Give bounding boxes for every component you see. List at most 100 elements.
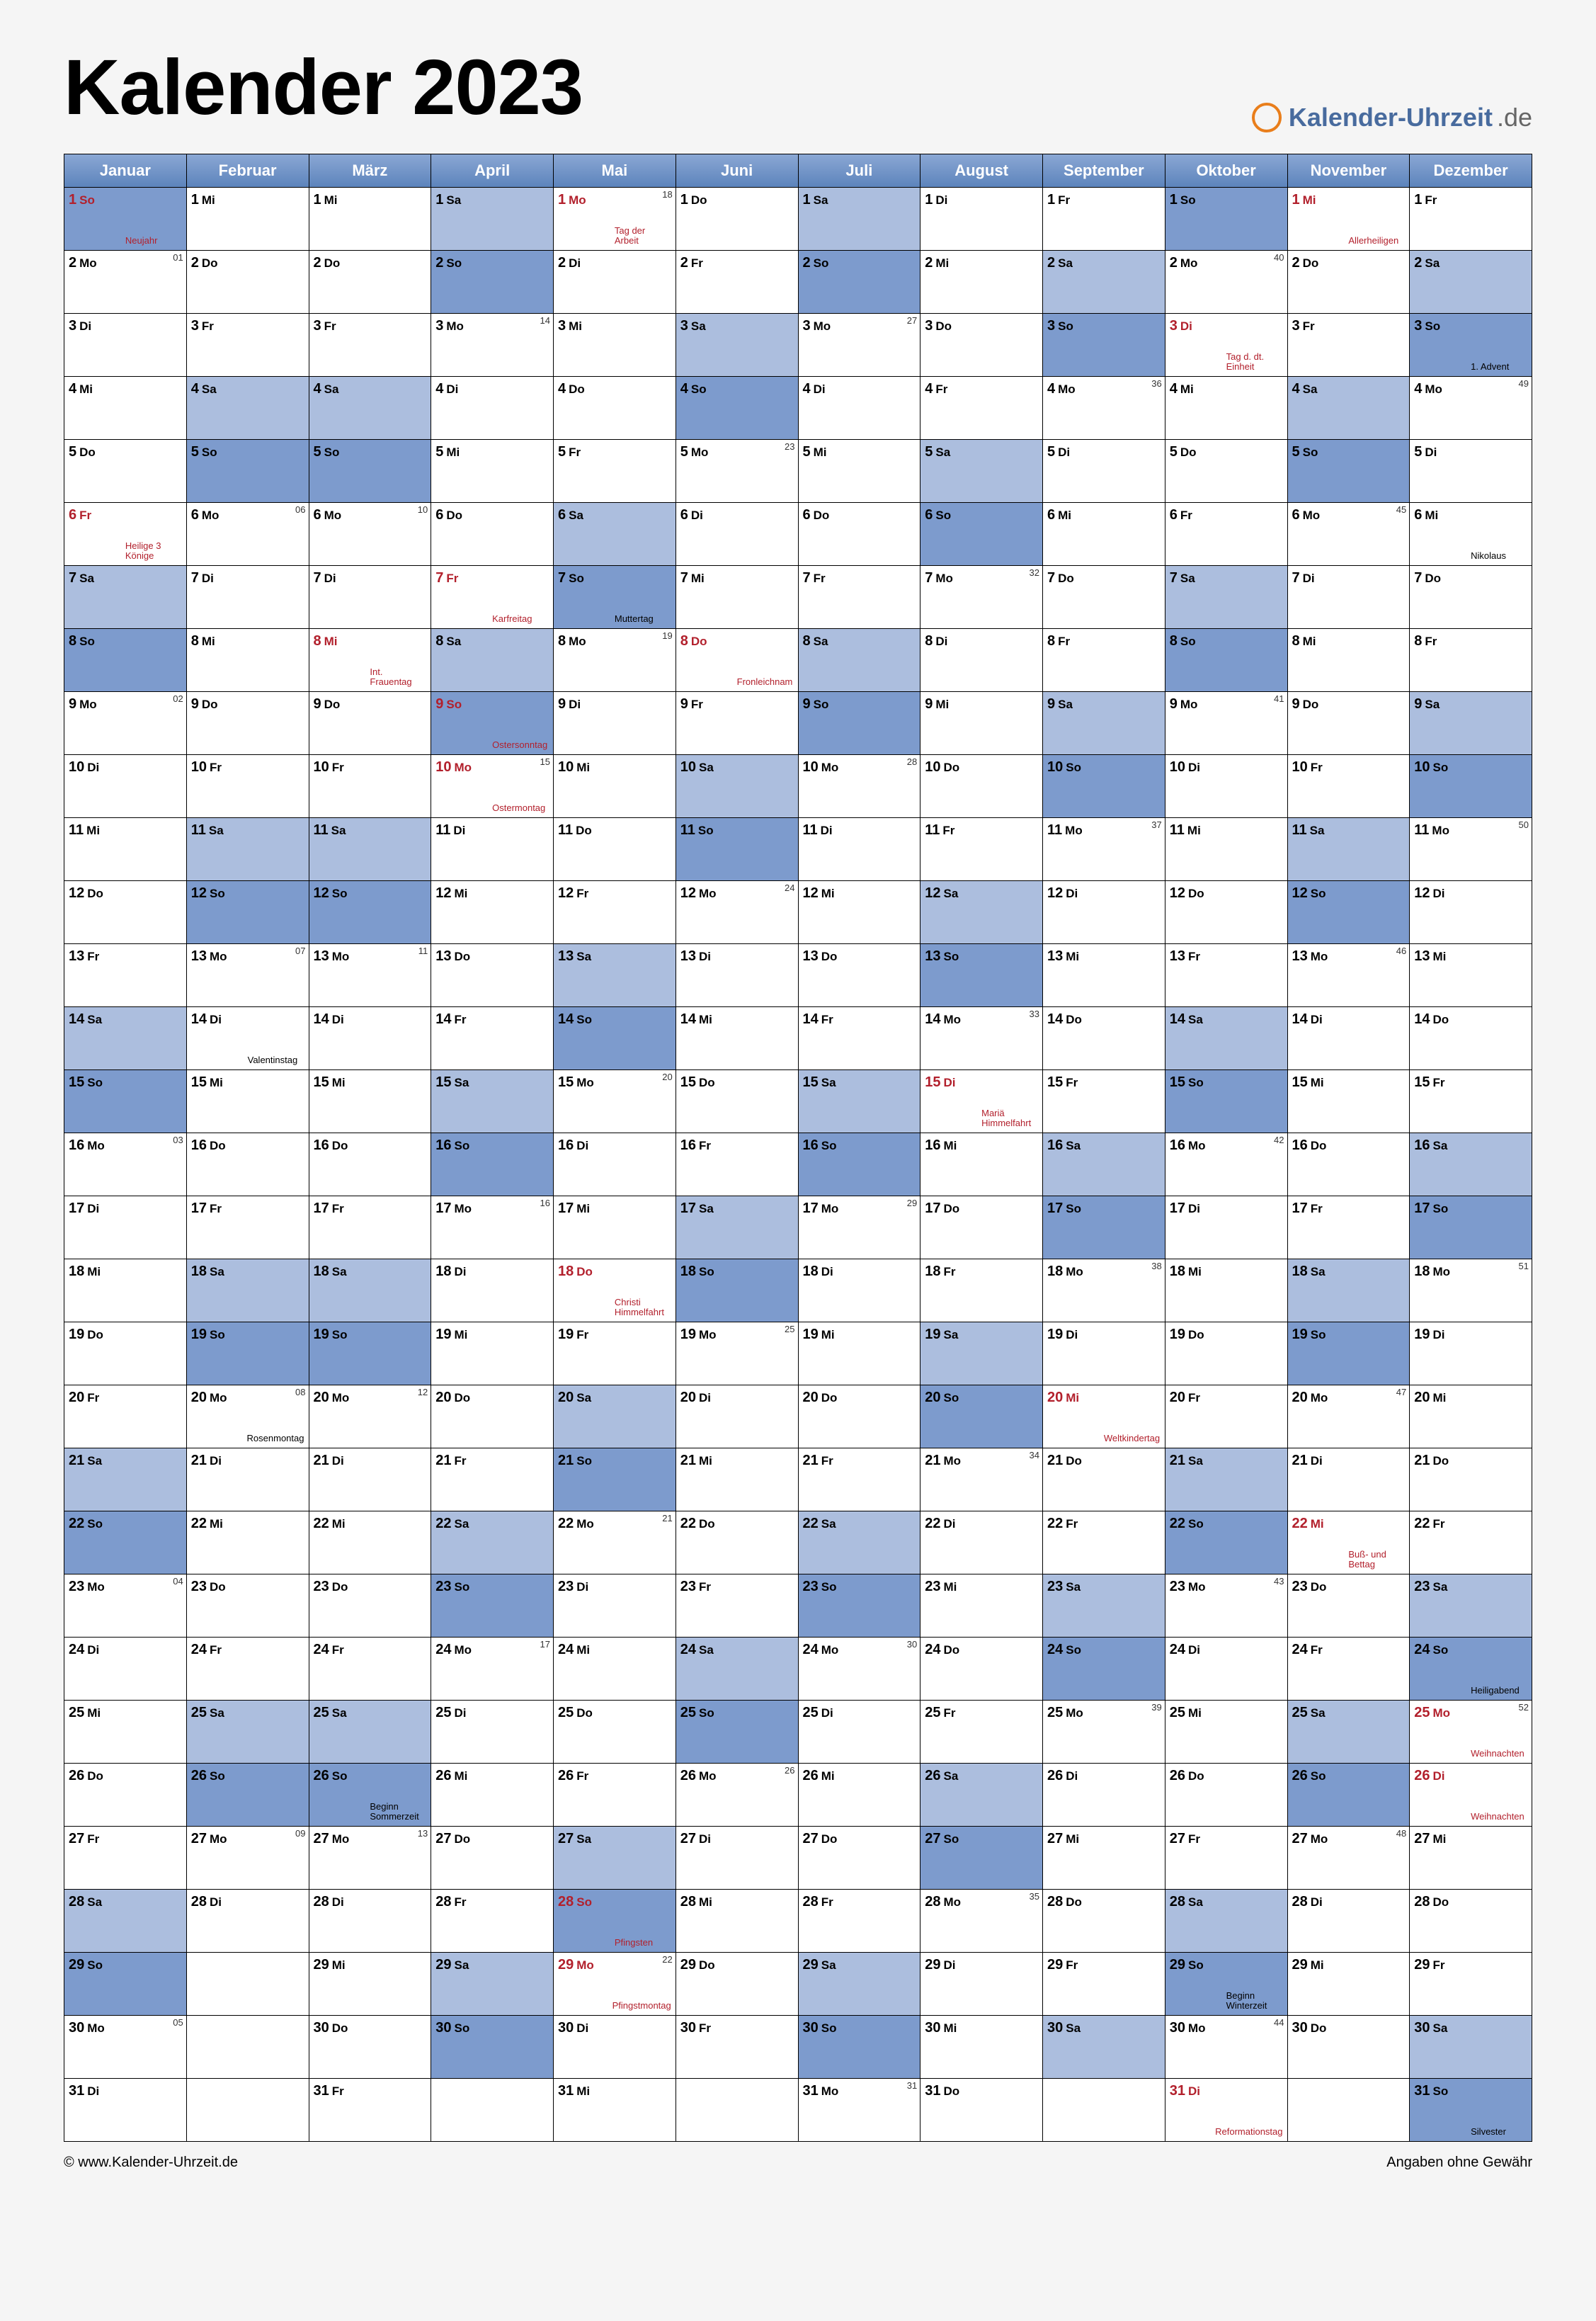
day-cell: 3Sa <box>676 314 798 376</box>
day-cell: 30Do <box>1288 2016 1410 2078</box>
day-number: 31So <box>1414 2083 1471 2113</box>
day-cell: 24Fr <box>187 1638 309 1700</box>
day-cell: 23Sa <box>1410 1574 1532 1637</box>
day-cell: 26Di <box>1043 1764 1165 1826</box>
day-number: 25Di <box>435 1705 492 1740</box>
day-number: 8Mo <box>558 633 615 669</box>
day-number: 17So <box>1047 1201 1104 1236</box>
day-number: 24Do <box>925 1642 981 1677</box>
day-cell: 10Do <box>920 755 1042 817</box>
day-number: 22So <box>1170 1516 1226 1551</box>
day-number: 21Fr <box>803 1453 860 1488</box>
day-number: 1Mo <box>558 192 615 217</box>
day-number: 10So <box>1414 759 1471 795</box>
day-cell: 7Do <box>1043 566 1165 628</box>
week-number: 35 <box>1030 1891 1039 1902</box>
day-number: 16Do <box>314 1137 370 1173</box>
day-event: Pfingsten <box>615 1938 671 1948</box>
day-cell: 17So <box>1410 1196 1532 1259</box>
day-cell: 4Sa <box>1288 377 1410 439</box>
day-number: 15Mi <box>1292 1074 1349 1110</box>
day-cell: 14Fr <box>799 1007 920 1069</box>
day-cell: 19Di <box>1043 1322 1165 1385</box>
day-number: 2So <box>803 255 860 290</box>
day-cell: 17Sa <box>676 1196 798 1259</box>
day-number: 25Sa <box>191 1705 248 1740</box>
day-number: 9Do <box>1292 696 1349 732</box>
day-cell: 19Mo25 <box>676 1322 798 1385</box>
day-cell: 11Do <box>554 818 676 880</box>
day-number: 7Sa <box>1170 570 1226 606</box>
day-event: Heiligabend <box>1471 1686 1527 1696</box>
day-cell: 14Di <box>1288 1007 1410 1069</box>
day-number: 21Sa <box>69 1453 125 1488</box>
day-cell: 16Sa <box>1043 1133 1165 1196</box>
day-cell: 12Fr <box>554 881 676 943</box>
day-number: 1Mi <box>191 192 248 227</box>
day-number: 9Mi <box>925 696 981 732</box>
day-cell: 14DiValentinstag <box>187 1007 309 1069</box>
day-cell: 13Sa <box>554 944 676 1006</box>
day-number: 13Mo <box>1292 948 1349 984</box>
day-cell: 25Mi <box>64 1701 186 1763</box>
day-cell: 1So <box>1165 188 1287 250</box>
day-number: 21So <box>558 1453 615 1488</box>
day-cell: 17Di <box>64 1196 186 1259</box>
day-number: 6Sa <box>558 507 615 543</box>
footer-disclaimer: Angaben ohne Gewähr <box>1386 2155 1532 2171</box>
week-number: 13 <box>418 1828 428 1839</box>
week-number: 15 <box>540 756 550 767</box>
day-cell: 31Mo31 <box>799 2079 920 2141</box>
day-cell: 2So <box>799 251 920 313</box>
day-number: 22Mi <box>191 1516 248 1551</box>
day-number: 5Fr <box>558 444 615 479</box>
day-number: 28Di <box>1292 1894 1349 1929</box>
day-cell <box>187 1953 309 2015</box>
day-number: 27Do <box>435 1831 492 1866</box>
day-cell: 28Mi <box>676 1890 798 1952</box>
day-number: 8So <box>1170 633 1226 669</box>
day-cell: 5Di <box>1410 440 1532 502</box>
day-number: 17Mo <box>435 1201 492 1236</box>
day-number: 26So <box>1292 1768 1349 1803</box>
day-number: 19Di <box>1047 1327 1104 1362</box>
day-number: 3Sa <box>680 318 737 353</box>
day-cell: 26Do <box>1165 1764 1287 1826</box>
day-number: 2Do <box>1292 255 1349 290</box>
month-header: April <box>431 154 553 187</box>
day-cell: 26So <box>187 1764 309 1826</box>
day-cell: 3Fr <box>309 314 431 376</box>
day-number: 4Di <box>803 381 860 416</box>
day-cell: 25Mo39 <box>1043 1701 1165 1763</box>
day-cell: 31DiReformationstag <box>1165 2079 1287 2141</box>
day-cell: 19Mi <box>431 1322 553 1385</box>
day-cell: 30So <box>799 2016 920 2078</box>
day-number: 2Sa <box>1047 255 1104 290</box>
week-number: 48 <box>1396 1828 1406 1839</box>
day-cell: 20Mo12 <box>309 1385 431 1448</box>
day-cell: 16Sa <box>1410 1133 1532 1196</box>
day-number: 26Sa <box>925 1768 981 1803</box>
week-number: 10 <box>418 504 428 515</box>
day-number: 31Di <box>69 2083 125 2118</box>
day-number: 29Fr <box>1414 1957 1471 1992</box>
day-number: 21Di <box>314 1453 370 1488</box>
logo-text: Kalender-Uhrzeit <box>1289 103 1493 132</box>
day-number: 23Do <box>191 1579 248 1614</box>
day-number: 30Do <box>314 2020 370 2055</box>
day-cell: 30Sa <box>1410 2016 1532 2078</box>
day-cell: 12So <box>187 881 309 943</box>
day-number: 8So <box>69 633 125 669</box>
week-number: 17 <box>540 1639 550 1650</box>
day-cell: 3Mi <box>554 314 676 376</box>
day-number: 7Di <box>314 570 370 606</box>
day-cell: 30Fr <box>676 2016 798 2078</box>
day-cell: 6Do <box>799 503 920 565</box>
day-number: 12Di <box>1414 885 1471 921</box>
week-number: 06 <box>295 504 305 515</box>
day-cell: 4Mi <box>64 377 186 439</box>
day-number: 14Mo <box>925 1011 981 1047</box>
day-cell: 1SoNeujahr <box>64 188 186 250</box>
day-number: 30Mo <box>1170 2020 1226 2055</box>
day-event: Christi Himmelfahrt <box>615 1298 671 1317</box>
